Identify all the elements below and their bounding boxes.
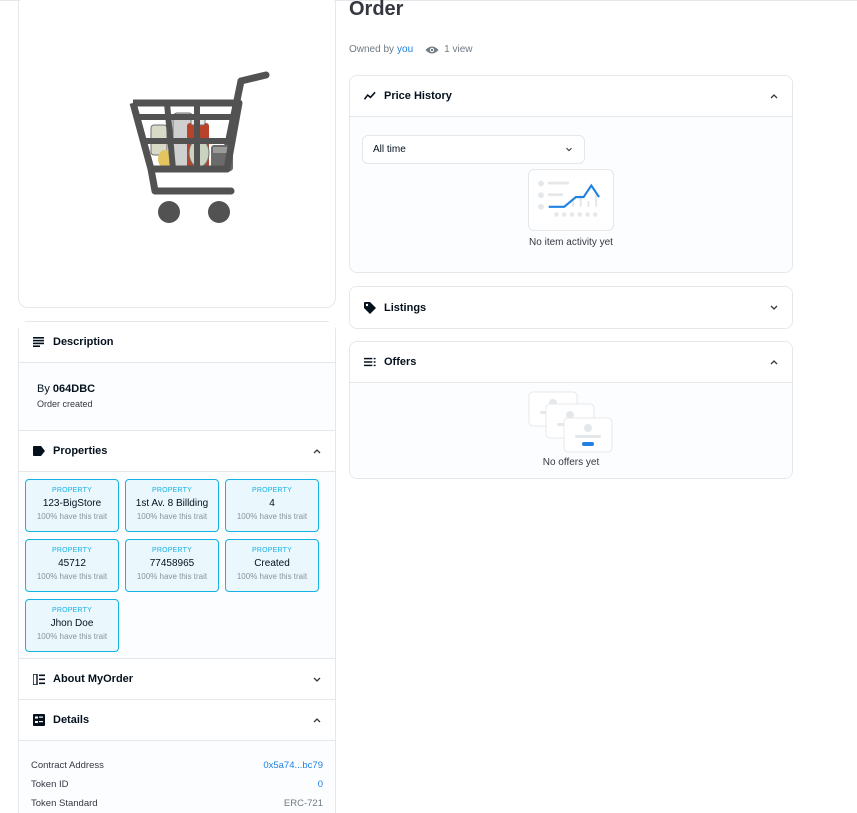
property-card[interactable]: PROPERTY 45712 100% have this trait bbox=[25, 539, 119, 592]
detail-row-token-standard: Token Standard ERC-721 bbox=[31, 798, 323, 809]
price-history-header[interactable]: Price History bbox=[350, 76, 792, 117]
time-range-select[interactable]: All time bbox=[362, 135, 585, 164]
about-title: About MyOrder bbox=[53, 673, 134, 685]
properties-header[interactable]: Properties bbox=[19, 431, 335, 472]
property-card[interactable]: PROPERTY 4 100% have this trait bbox=[225, 479, 319, 532]
price-history-title: Price History bbox=[384, 90, 452, 102]
tag-icon bbox=[364, 301, 376, 314]
property-card[interactable]: PROPERTY 123-BigStore 100% have this tra… bbox=[25, 479, 119, 532]
property-rarity: 100% have this trait bbox=[36, 632, 108, 641]
listings-panel: Listings bbox=[349, 286, 793, 329]
price-history-body: All time No item activity yet bbox=[350, 117, 792, 272]
details-body: Contract Address 0x5a74...bc79 Token ID … bbox=[19, 741, 335, 813]
offers-title: Offers bbox=[384, 356, 417, 368]
offers-list-icon bbox=[364, 356, 376, 368]
property-value: 4 bbox=[269, 498, 275, 509]
detail-label: Contract Address bbox=[31, 760, 104, 771]
time-range-value: All time bbox=[373, 144, 406, 155]
detail-row-contract: Contract Address 0x5a74...bc79 bbox=[31, 760, 323, 771]
property-card[interactable]: PROPERTY 77458965 100% have this trait bbox=[125, 539, 219, 592]
offers-header[interactable]: Offers bbox=[350, 342, 792, 383]
token-standard-value: ERC-721 bbox=[283, 798, 323, 809]
price-history-panel: Price History All time No item activity … bbox=[349, 75, 793, 273]
price-history-empty-text: No item activity yet bbox=[529, 237, 613, 248]
eye-icon bbox=[425, 45, 439, 55]
page-title: Order bbox=[349, 0, 404, 20]
property-type: PROPERTY bbox=[252, 547, 292, 554]
chevron-down-icon bbox=[566, 147, 572, 152]
description-header[interactable]: Description bbox=[19, 322, 335, 363]
price-trend-icon bbox=[364, 90, 376, 102]
view-count: 1 view bbox=[444, 44, 473, 55]
details-title: Details bbox=[53, 714, 90, 726]
detail-label: Token ID bbox=[31, 779, 69, 790]
property-rarity: 100% have this trait bbox=[136, 512, 208, 521]
property-type: PROPERTY bbox=[152, 487, 192, 494]
tag-icon bbox=[33, 445, 45, 457]
property-value: 1st Av. 8 Billding bbox=[135, 498, 209, 509]
property-value: Jhon Doe bbox=[50, 618, 94, 629]
listings-title: Listings bbox=[384, 301, 427, 314]
detail-label: Token Standard bbox=[31, 798, 98, 809]
property-value: 45712 bbox=[58, 558, 86, 569]
offers-body: No offers yet bbox=[350, 383, 792, 478]
about-list-icon bbox=[33, 673, 45, 685]
chevron-up-icon[interactable] bbox=[768, 90, 780, 102]
activity-chart-icon bbox=[528, 169, 614, 231]
property-type: PROPERTY bbox=[252, 487, 292, 494]
chevron-down-icon[interactable] bbox=[311, 673, 323, 685]
chevron-down-icon[interactable] bbox=[768, 301, 780, 313]
description-lines-icon bbox=[33, 336, 45, 348]
property-rarity: 100% have this trait bbox=[236, 572, 308, 581]
properties-body: PROPERTY 123-BigStore 100% have this tra… bbox=[19, 472, 335, 659]
chevron-up-icon[interactable] bbox=[311, 714, 323, 726]
property-type: PROPERTY bbox=[52, 607, 92, 614]
property-value: 77458965 bbox=[149, 558, 195, 569]
property-type: PROPERTY bbox=[152, 547, 192, 554]
owned-prefix: Owned by bbox=[349, 44, 395, 55]
property-value: Created bbox=[254, 558, 290, 569]
property-value: 123-BigStore bbox=[42, 498, 102, 509]
creator-link[interactable]: 064DBC bbox=[53, 383, 95, 395]
property-rarity: 100% have this trait bbox=[36, 572, 108, 581]
info-panel: Description By 064DBC Order created Prop… bbox=[18, 321, 336, 813]
offers-empty-text: No offers yet bbox=[542, 457, 600, 468]
details-header[interactable]: Details bbox=[19, 700, 335, 741]
about-header[interactable]: About MyOrder bbox=[19, 659, 335, 700]
offers-panel: Offers No offers yet bbox=[349, 341, 793, 479]
by-prefix: By bbox=[37, 383, 50, 395]
token-id-link[interactable]: 0 bbox=[318, 779, 323, 790]
details-icon bbox=[33, 714, 45, 726]
property-rarity: 100% have this trait bbox=[236, 512, 308, 521]
description-body: By 064DBC Order created bbox=[19, 363, 335, 431]
property-rarity: 100% have this trait bbox=[36, 512, 108, 521]
offers-empty-icon bbox=[528, 391, 613, 453]
listings-header[interactable]: Listings bbox=[350, 287, 792, 328]
shopping-cart-image bbox=[129, 71, 270, 223]
property-rarity: 100% have this trait bbox=[136, 572, 208, 581]
detail-row-token-id: Token ID 0 bbox=[31, 779, 323, 790]
description-title: Description bbox=[53, 336, 114, 348]
property-card[interactable]: PROPERTY Created 100% have this trait bbox=[225, 539, 319, 592]
item-image-frame[interactable] bbox=[18, 0, 336, 308]
property-card[interactable]: PROPERTY 1st Av. 8 Billding 100% have th… bbox=[125, 479, 219, 532]
chevron-up-icon[interactable] bbox=[311, 445, 323, 457]
owner-line: Owned by you 1 view bbox=[349, 44, 473, 55]
creator-line: By 064DBC bbox=[37, 383, 95, 395]
chevron-up-icon[interactable] bbox=[768, 356, 780, 368]
property-card[interactable]: PROPERTY Jhon Doe 100% have this trait bbox=[25, 599, 119, 652]
owner-link[interactable]: you bbox=[397, 44, 413, 55]
properties-title: Properties bbox=[53, 445, 108, 457]
property-type: PROPERTY bbox=[52, 487, 92, 494]
property-type: PROPERTY bbox=[52, 547, 92, 554]
description-text: Order created bbox=[37, 399, 93, 409]
contract-address-link[interactable]: 0x5a74...bc79 bbox=[263, 760, 323, 771]
